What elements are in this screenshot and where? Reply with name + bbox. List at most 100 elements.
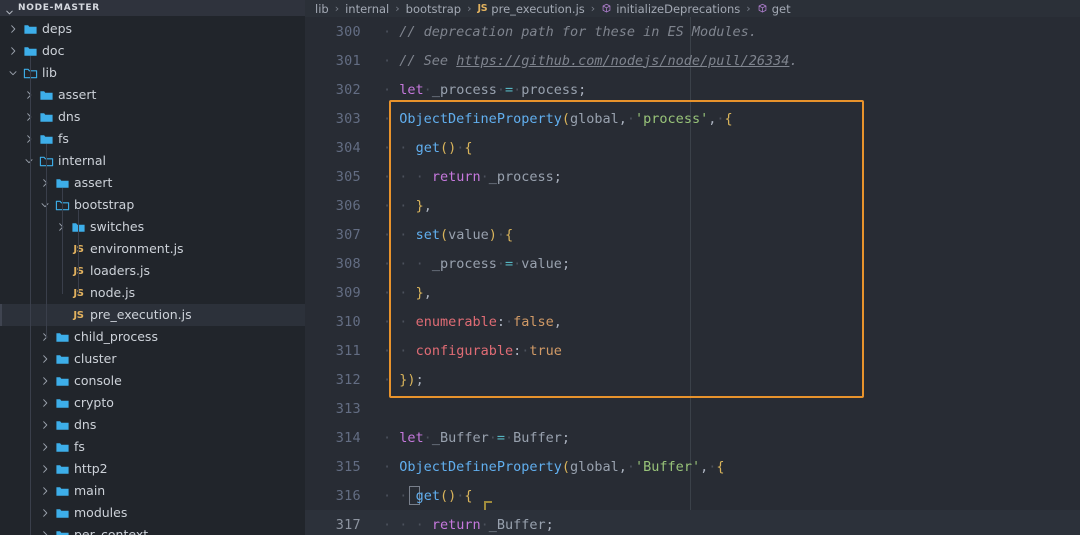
line-number: 303 (335, 110, 361, 127)
tree-item-label: environment.js (90, 240, 184, 256)
tree-item-label: cluster (74, 350, 117, 366)
chevron-right-icon (38, 375, 51, 388)
code-line[interactable]: 303 · ObjectDefineProperty(global,·'proce… (305, 104, 1080, 133)
explorer-root-header[interactable]: NODE-MASTER (0, 0, 305, 16)
chevron-right-icon (22, 89, 35, 102)
folder-icon (55, 528, 70, 535)
line-number: 311 (335, 342, 361, 359)
breadcrumb-item-initializedeprecations[interactable]: initializeDeprecations (601, 2, 740, 16)
breadcrumb-separator: › (467, 2, 472, 15)
breadcrumb-label: lib (315, 1, 329, 16)
code-line[interactable]: 314 · let·_Buffer·=·Buffer; (305, 423, 1080, 452)
folder-item-main[interactable]: main (0, 480, 305, 502)
code-line[interactable]: 317 · · · return·_Buffer; (305, 510, 1080, 535)
folder-item-lib[interactable]: lib (0, 62, 305, 84)
chevron-down-icon (6, 67, 19, 80)
breadcrumb-separator: › (395, 2, 400, 15)
folder-item-console[interactable]: console (0, 370, 305, 392)
chevron-right-icon (22, 133, 35, 146)
tree-indent-guide (62, 188, 63, 294)
chevron-right-icon (22, 111, 35, 124)
folder-icon (55, 506, 70, 521)
code-line[interactable]: 301 · // See https://github.com/nodejs/no… (305, 46, 1080, 75)
folder-item-deps[interactable]: deps (0, 18, 305, 40)
chevron-down-icon (4, 3, 15, 14)
code-line[interactable]: 306 · · }, (305, 191, 1080, 220)
line-number: 307 (335, 226, 361, 243)
folder-item-crypto[interactable]: crypto (0, 392, 305, 414)
tree-item-label: per_context (74, 526, 149, 535)
folder-item-per-context[interactable]: per_context (0, 524, 305, 535)
folder-item-dns[interactable]: dns (0, 106, 305, 128)
breadcrumb-item-lib[interactable]: lib (315, 2, 329, 16)
folder-item-fs[interactable]: fs (0, 436, 305, 458)
code-text: · ObjectDefineProperty(global,·'process'… (383, 110, 733, 127)
code-line[interactable]: 315 · ObjectDefineProperty(global,·'Buffe… (305, 452, 1080, 481)
code-line[interactable]: 305 · · · return·_process; (305, 162, 1080, 191)
chevron-down-icon (22, 155, 35, 168)
chevron-right-icon (38, 177, 51, 190)
chevron-right-icon (38, 397, 51, 410)
tree-item-label: console (74, 372, 122, 388)
breadcrumb-label: get (771, 1, 791, 16)
folder-item-cluster[interactable]: cluster (0, 348, 305, 370)
chevron-right-icon (38, 353, 51, 366)
folder-item-http2[interactable]: http2 (0, 458, 305, 480)
code-text: · · enumerable:·false, (383, 313, 562, 330)
breadcrumb[interactable]: lib › internal › bootstrap › JS pre_execution.j… (305, 0, 1080, 17)
chevron-right-icon (38, 441, 51, 454)
breadcrumb-label: initializeDeprecations (616, 1, 741, 16)
vscode-window: NODE-MASTER deps doc lib assert dns fs interna… (0, 0, 1080, 535)
tree-indent-guide (46, 144, 47, 338)
chevron-right-icon (38, 529, 51, 535)
tree-item-label: http2 (74, 460, 108, 476)
code-text: · · get()·{ (383, 487, 473, 504)
line-number: 313 (335, 400, 361, 417)
breadcrumb-item-internal[interactable]: internal (345, 2, 389, 16)
breadcrumb-label: internal (345, 1, 390, 16)
chevron-right-icon (38, 463, 51, 476)
editor-pane: lib › internal › bootstrap › JS pre_execution.j… (305, 0, 1080, 535)
code-text: · · }, (383, 197, 432, 214)
code-line[interactable]: 300 · // deprecation path for these in ES… (305, 17, 1080, 46)
folder-item-assert[interactable]: assert (0, 84, 305, 106)
tree-item-label: doc (42, 42, 65, 58)
line-number: 310 (335, 313, 361, 330)
code-line[interactable]: 313 (305, 394, 1080, 423)
explorer-root-label: NODE-MASTER (18, 3, 100, 13)
breadcrumb-item-bootstrap[interactable]: bootstrap (406, 2, 461, 16)
code-line[interactable]: 316 · · get()·{ (305, 481, 1080, 510)
code-line[interactable]: 311 · · configurable:·true (305, 336, 1080, 365)
code-line[interactable]: 304 · · get()·{ (305, 133, 1080, 162)
code-text: · ObjectDefineProperty(global,·'Buffer',… (383, 458, 725, 475)
tree-indent-guide (30, 56, 31, 535)
js-file-icon: JS (477, 3, 488, 14)
code-text: · let·_process·=·process; (383, 81, 587, 98)
code-line[interactable]: 302 · let·_process·=·process; (305, 75, 1080, 104)
breadcrumb-item-get[interactable]: get (757, 2, 791, 16)
code-area[interactable]: 300 · // deprecation path for these in ES… (305, 17, 1080, 535)
chevron-right-icon (54, 221, 67, 234)
folder-item-doc[interactable]: doc (0, 40, 305, 62)
code-line[interactable]: 308 · · · _process·=·value; (305, 249, 1080, 278)
code-text: · }); (383, 371, 424, 388)
code-line[interactable]: 309 · · }, (305, 278, 1080, 307)
breadcrumb-item-pre-execution-js[interactable]: JS pre_execution.js (478, 2, 585, 16)
chevron-right-icon (6, 45, 19, 58)
code-line[interactable]: 312 · }); (305, 365, 1080, 394)
tree-item-label: loaders.js (90, 262, 151, 278)
line-number: 312 (335, 371, 361, 388)
tree-indent-guide (78, 210, 79, 294)
chevron-right-icon (6, 23, 19, 36)
chevron-right-icon (38, 331, 51, 344)
tree-item-label: modules (74, 504, 128, 520)
folder-item-dns[interactable]: dns (0, 414, 305, 436)
code-line[interactable]: 307 · · set(value)·{ (305, 220, 1080, 249)
code-line[interactable]: 310 · · enumerable:·false, (305, 307, 1080, 336)
line-number: 302 (335, 81, 361, 98)
folder-item-modules[interactable]: modules (0, 502, 305, 524)
tree-item-label: dns (74, 416, 97, 432)
